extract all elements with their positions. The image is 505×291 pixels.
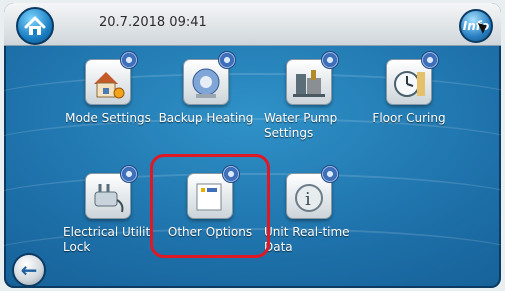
back-button[interactable]: ← <box>12 253 46 287</box>
info-button[interactable]: Info <box>459 9 493 43</box>
backup-heater-gear-icon <box>183 51 236 105</box>
selection-highlight <box>150 154 270 258</box>
datetime-display: 20.7.2018 09:41 <box>99 15 207 30</box>
electrical-plug-gear-icon <box>85 165 138 219</box>
tile-floor-curing[interactable]: Floor Curing <box>360 51 458 126</box>
info-data-gear-icon: i <box>286 165 339 219</box>
tile-mode-settings[interactable]: Mode Settings <box>59 51 157 126</box>
clock-gear-icon <box>386 51 439 105</box>
water-pump-gear-icon <box>286 51 339 105</box>
home-button[interactable] <box>16 7 54 45</box>
house-with-thermometer-gear-icon <box>85 51 138 105</box>
tile-unit-real-time-data[interactable]: i Unit Real-time Data <box>260 165 358 255</box>
tile-label: Floor Curing <box>372 111 446 125</box>
hmi-screen: 20.7.2018 09:41 Info Mode Settings Backu… <box>4 3 501 288</box>
tile-label: Unit Real-time Data <box>260 225 358 255</box>
tile-label-line: Water Pump <box>264 111 338 125</box>
back-arrow-icon: ← <box>20 258 38 282</box>
tile-label-line: Settings <box>264 126 314 140</box>
tile-label-line: Data <box>264 240 293 254</box>
top-bar: 20.7.2018 09:41 Info <box>4 3 501 46</box>
tile-label: Backup Heating <box>158 111 254 125</box>
tile-label: Electrical Utilit Lock <box>59 225 157 255</box>
tile-label-line: Lock <box>63 240 91 254</box>
tile-water-pump-settings[interactable]: Water Pump Settings <box>260 51 358 141</box>
tile-electrical-utility-lock[interactable]: Electrical Utilit Lock <box>59 165 157 255</box>
tile-label: Mode Settings <box>65 111 151 125</box>
tile-label: Water Pump Settings <box>260 111 358 141</box>
home-icon <box>24 16 46 35</box>
svg-text:i: i <box>305 189 311 210</box>
tile-backup-heating[interactable]: Backup Heating <box>157 51 255 126</box>
tile-label-line: Unit Real-time <box>264 225 350 239</box>
tile-label-line: Electrical Utilit <box>63 225 151 239</box>
